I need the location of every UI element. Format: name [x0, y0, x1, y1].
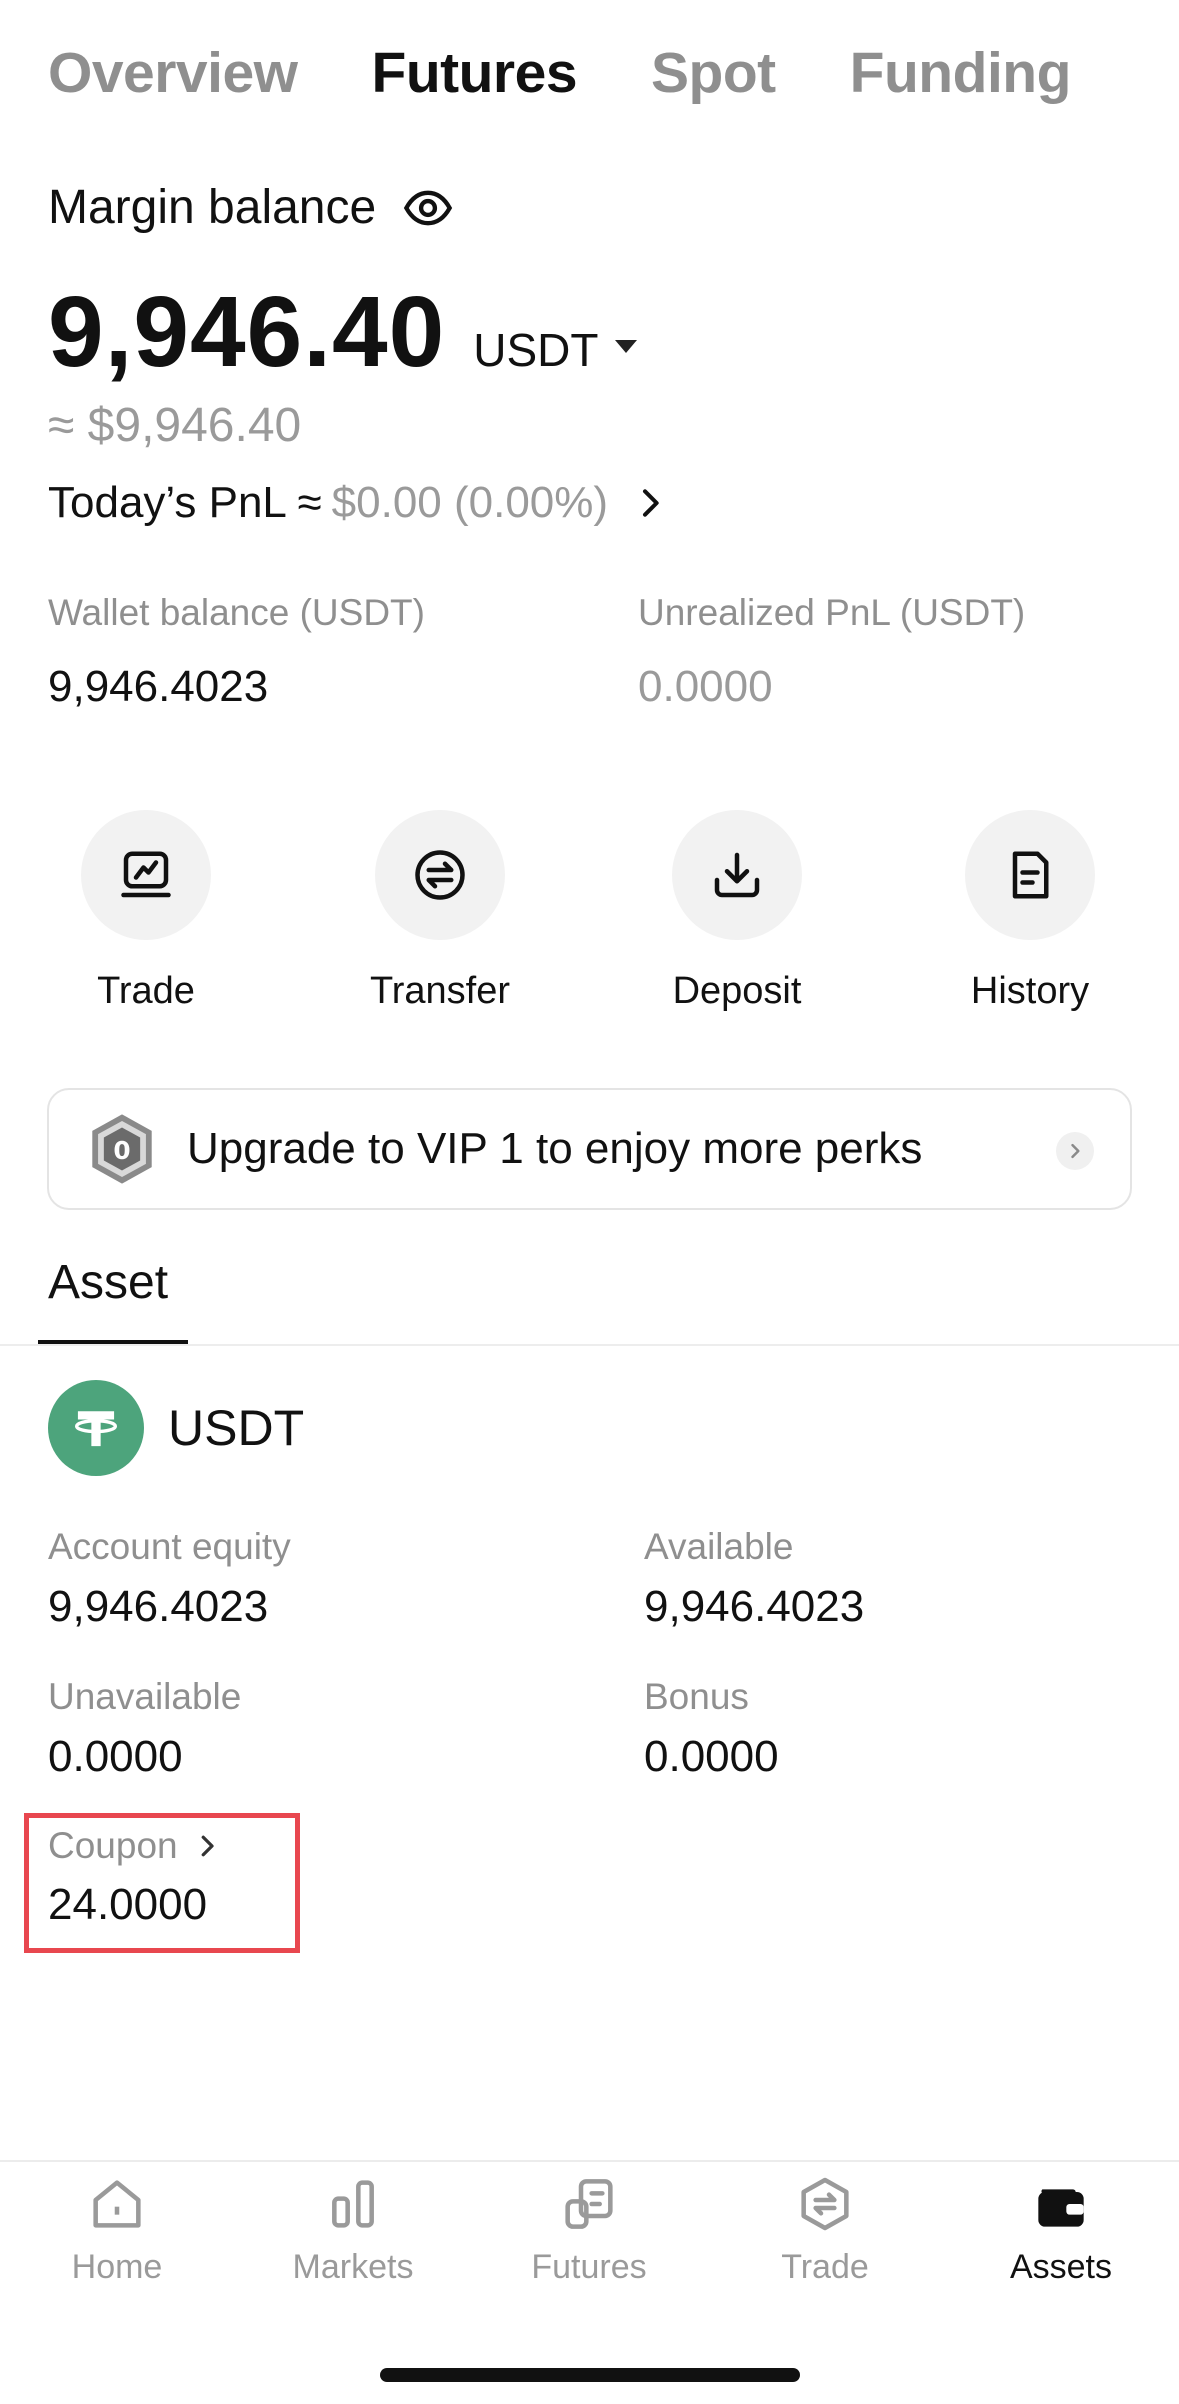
futures-icon — [565, 2179, 613, 2229]
bonus-label: Bonus — [644, 1676, 749, 1717]
wallet-balance-value: 9,946.4023 — [48, 662, 269, 711]
vip-level: VIP 1 — [416, 1124, 524, 1173]
margin-balance-header: Margin balance — [48, 180, 454, 235]
coupon-label: Coupon — [48, 1825, 178, 1866]
tab-overview[interactable]: Overview — [48, 40, 298, 106]
unavailable-label: Unavailable — [48, 1676, 242, 1717]
currency-label: USDT — [473, 324, 599, 376]
nav-trade[interactable]: Trade — [725, 2172, 925, 2287]
coin-name: USDT — [168, 1400, 305, 1456]
deposit-icon — [714, 852, 760, 898]
tab-spot[interactable]: Spot — [651, 40, 776, 106]
tether-logo-icon — [48, 1380, 144, 1476]
available-value: 9,946.4023 — [644, 1582, 865, 1631]
margin-balance-label: Margin balance — [48, 181, 377, 234]
coin-header[interactable]: USDT — [48, 1380, 304, 1476]
chevron-right-icon — [1071, 1143, 1080, 1159]
unrealized-pnl-value: 0.0000 — [638, 662, 773, 711]
vip-upgrade-banner[interactable]: 0 Upgrade to VIP 1 to enjoy more perks — [47, 1088, 1132, 1210]
history-action-label: History — [970, 970, 1090, 1012]
available-label: Available — [644, 1526, 794, 1567]
account-equity-label: Account equity — [48, 1526, 291, 1567]
trade-action-label: Trade — [97, 970, 195, 1012]
home-icon — [93, 2180, 141, 2228]
currency-selector[interactable]: USDT — [473, 323, 637, 377]
nav-assets-label: Assets — [1009, 2248, 1113, 2286]
home-indicator[interactable] — [380, 2368, 800, 2382]
deposit-action-button[interactable]: Deposit — [627, 810, 847, 1013]
section-divider — [0, 1344, 1179, 1346]
trade-nav-icon — [801, 2177, 849, 2231]
nav-markets[interactable]: Markets — [253, 2172, 453, 2287]
balance-row: 9,946.40 USDT — [48, 275, 637, 390]
unavailable-value: 0.0000 — [48, 1732, 183, 1781]
nav-trade-label: Trade — [781, 2248, 869, 2286]
coupon-value: 24.0000 — [48, 1880, 208, 1929]
account-equity-value: 9,946.4023 — [48, 1582, 269, 1631]
nav-futures[interactable]: Futures — [489, 2172, 689, 2287]
nav-markets-label: Markets — [292, 2248, 414, 2286]
chevron-right-icon — [643, 489, 659, 517]
approx-usd-value: ≈ $9,946.40 — [48, 399, 302, 452]
wallet-balance-label: Wallet balance (USDT) — [48, 592, 425, 633]
trade-action-button[interactable]: Trade — [36, 810, 256, 1013]
vip-arrow-button — [1056, 1132, 1094, 1170]
history-icon — [1012, 851, 1049, 899]
nav-assets[interactable]: Assets — [961, 2172, 1161, 2287]
bonus-value: 0.0000 — [644, 1732, 779, 1781]
markets-icon — [332, 2180, 374, 2228]
vip-badge-icon: 0 — [92, 1114, 152, 1184]
pnl-value: $0.00 (0.00%) — [331, 478, 609, 527]
tab-futures[interactable]: Futures — [372, 40, 578, 106]
pnl-label: Today’s PnL ≈ — [48, 478, 322, 527]
top-tabs: Overview Futures Spot Funding — [48, 40, 1071, 106]
todays-pnl-link[interactable]: Today’s PnL ≈ $0.00 (0.00%) — [48, 478, 670, 528]
transfer-action-button[interactable]: Transfer — [330, 810, 550, 1013]
wallet-icon — [1038, 2189, 1084, 2227]
coupon-link[interactable]: Coupon — [48, 1825, 222, 1867]
tab-asset[interactable]: Asset — [48, 1255, 168, 1310]
transfer-icon — [415, 850, 465, 900]
svg-text:0: 0 — [113, 1136, 130, 1165]
deposit-action-label: Deposit — [672, 970, 802, 1012]
caret-down-icon — [614, 339, 637, 353]
vip-banner-text: Upgrade to VIP 1 to enjoy more perks — [187, 1124, 923, 1173]
tab-funding[interactable]: Funding — [850, 40, 1072, 106]
nav-home[interactable]: Home — [17, 2172, 217, 2287]
unrealized-pnl-label: Unrealized PnL (USDT) — [638, 592, 1026, 633]
history-action-button[interactable]: History — [920, 810, 1140, 1013]
nav-home-label: Home — [71, 2248, 163, 2286]
margin-balance-value: 9,946.40 — [48, 276, 446, 388]
chevron-right-icon — [201, 1835, 214, 1857]
nav-futures-label: Futures — [531, 2248, 647, 2286]
trade-icon — [121, 851, 171, 898]
eye-icon[interactable] — [402, 182, 454, 234]
transfer-action-label: Transfer — [369, 970, 511, 1012]
